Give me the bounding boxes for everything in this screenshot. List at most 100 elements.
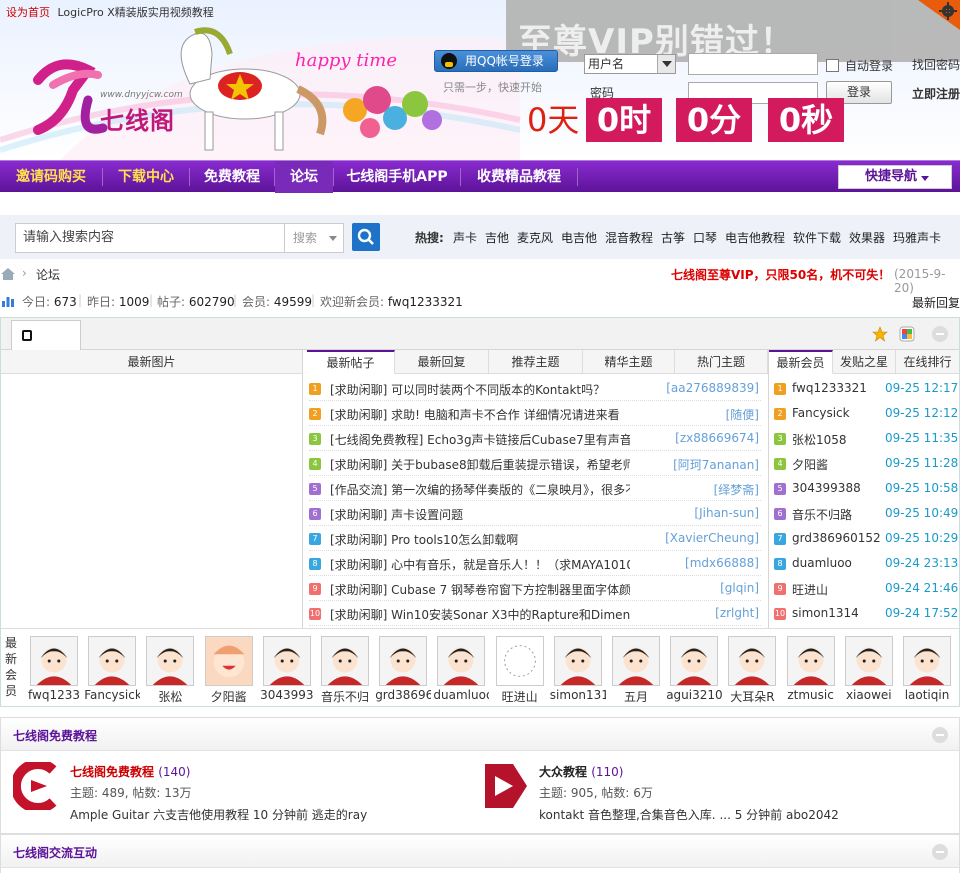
hot-search-word[interactable]: 混音教程 [605, 229, 653, 246]
thread-row[interactable]: 9 [求助闲聊] Cubase 7 钢琴卷帘窗下方控制器里面字体颜色设置问题 [gl… [309, 576, 761, 601]
member-name[interactable]: grd386960152 [792, 531, 881, 545]
member-name[interactable]: 旺进山 [792, 581, 828, 598]
thread-author[interactable]: [阿珂7ananan] [669, 456, 759, 473]
checkbox-box[interactable] [826, 59, 839, 72]
member-row[interactable]: 1 fwq1233321 09-25 12:17 [774, 376, 958, 401]
collapse-icon[interactable] [932, 844, 948, 860]
forum-last-post[interactable]: kontakt 音色整理,合集音色入库. ... 5 分钟前 abo2042 [539, 806, 839, 823]
tab-recommended[interactable]: 推荐主题 [489, 350, 583, 374]
thread-title[interactable]: [求助闲聊] Win10安装Sonar X3中的Rapture和Dimensio… [330, 606, 630, 623]
member-row[interactable]: 4 夕阳酱 09-25 11:28 [774, 451, 958, 476]
set-homepage-link[interactable]: 设为首页 [6, 6, 50, 19]
member-row[interactable]: 9 旺进山 09-24 21:46 [774, 576, 958, 601]
nav-item-paid-tutorial[interactable]: 收费精品教程 [461, 161, 577, 193]
nav-item-free-tutorial[interactable]: 免费教程 [190, 161, 274, 193]
home-icon[interactable] [1, 268, 15, 280]
tab-online-ranking[interactable]: 在线排行 [896, 350, 959, 374]
panel-tab[interactable] [11, 320, 81, 350]
thread-row[interactable]: 6 [求助闲聊] 声卡设置问题 [Jihan-sun] [309, 501, 761, 526]
member-avatar[interactable]: 旺进山 [492, 636, 548, 708]
latest-reply-link[interactable]: 最新回复 [912, 294, 960, 311]
member-avatar[interactable]: 夕阳酱 [201, 636, 257, 708]
thread-title[interactable]: [作品交流] 第一次编的扬琴伴奏版的《二泉映月》，很多不足，希望 [330, 481, 630, 498]
thread-title[interactable]: [求助闲聊] 心中有音乐，就是音乐人！！（求MAYA1010 64位系统 [330, 556, 630, 573]
hot-search-word[interactable]: 电吉他 [561, 229, 597, 246]
nav-item-mobile-app[interactable]: 七线阁手机APP [334, 161, 460, 193]
thread-author[interactable]: [mdx66888] [681, 556, 759, 570]
thread-title[interactable]: [七线阁免费教程] Echo3g声卡链接后Cubase7里有声音。电脑系统 [330, 431, 630, 448]
member-row[interactable]: 5 304399388 09-25 10:58 [774, 476, 958, 501]
member-name[interactable]: 304399388 [792, 481, 861, 495]
nav-item-invite-code[interactable]: 邀请码购买 [0, 161, 102, 193]
search-button[interactable] [352, 223, 380, 251]
thread-row[interactable]: 7 [求助闲聊] Pro tools10怎么卸载啊 [XavierCheung] [309, 526, 761, 551]
nav-item-forum[interactable]: 论坛 [275, 161, 333, 193]
thread-title[interactable]: [求助闲聊] Pro tools10怎么卸载啊 [330, 531, 630, 548]
member-row[interactable]: 10 simon1314 09-24 17:52 [774, 601, 958, 626]
member-name[interactable]: Fancysick [792, 406, 850, 420]
member-avatar[interactable]: xiaowei [841, 636, 897, 708]
thread-title[interactable]: [求助闲聊] 可以同时装两个不同版本的Kontakt吗？ [330, 381, 630, 398]
member-name[interactable]: 张松1058 [792, 431, 847, 448]
member-avatar[interactable]: 3043993 [259, 636, 315, 708]
hot-search-word[interactable]: 电吉他教程 [725, 229, 785, 246]
forum-last-post[interactable]: Ample Guitar 六支吉他使用教程 10 分钟前 逃走的ray [70, 806, 367, 823]
hot-search-word[interactable]: 声卡 [453, 229, 477, 246]
thread-row[interactable]: 5 [作品交流] 第一次编的扬琴伴奏版的《二泉映月》，很多不足，希望 [绎梦斋] [309, 476, 761, 501]
member-row[interactable]: 8 duamluoo 09-24 23:13 [774, 551, 958, 576]
qq-login-button[interactable]: 用QQ帐号登录 [434, 50, 558, 72]
thread-author[interactable]: [glqin] [716, 581, 759, 595]
star-icon[interactable] [872, 326, 888, 342]
username-input[interactable] [688, 53, 818, 75]
section-title[interactable]: 七线阁交流互动 [13, 844, 97, 861]
thread-row[interactable]: 3 [七线阁免费教程] Echo3g声卡链接后Cubase7里有声音。电脑系统 [z… [309, 426, 761, 451]
member-row[interactable]: 7 grd386960152 09-25 10:29 [774, 526, 958, 551]
member-avatar[interactable]: Fancysick [84, 636, 140, 708]
cubase-icon[interactable] [13, 762, 59, 810]
member-avatar[interactable]: agui3210 [666, 636, 722, 708]
thread-title[interactable]: [求助闲聊] 求助! 电脑和声卡不合作 详细情况请进来看 [330, 406, 630, 423]
member-name[interactable]: 音乐不归路 [792, 506, 852, 523]
member-avatar[interactable]: 五月 [608, 636, 664, 708]
thread-author[interactable]: [zx88669674] [671, 431, 759, 445]
thread-title[interactable]: [求助闲聊] 声卡设置问题 [330, 506, 630, 523]
member-avatar[interactable]: ztmusic [783, 636, 839, 708]
hot-search-word[interactable]: 玛雅声卡 [893, 229, 941, 246]
play-icon[interactable] [483, 762, 529, 810]
newest-member-link[interactable]: fwq1233321 [388, 295, 463, 309]
tab-latest-replies[interactable]: 最新回复 [395, 350, 489, 374]
member-row[interactable]: 6 音乐不归路 09-25 10:49 [774, 501, 958, 526]
auto-login-checkbox[interactable]: 自动登录 [826, 57, 893, 74]
nav-item-download[interactable]: 下载中心 [103, 161, 189, 193]
hot-search-word[interactable]: 口琴 [693, 229, 717, 246]
thread-author[interactable]: [绎梦斋] [709, 481, 759, 498]
forum-link[interactable]: 七线阁免费教程 (140) [70, 763, 190, 780]
thread-title[interactable]: [求助闲聊] 关于bubase8卸载后重装提示错误，希望老师提供视频 [330, 456, 630, 473]
member-avatar[interactable]: grd38696 [375, 636, 431, 708]
find-password-link[interactable]: 找回密码 [912, 56, 960, 73]
member-name[interactable]: 夕阳酱 [792, 456, 828, 473]
thread-row[interactable]: 1 [求助闲聊] 可以同时装两个不同版本的Kontakt吗？ [aa27688983… [309, 376, 761, 401]
settings-corner-button[interactable] [918, 0, 960, 30]
member-avatar[interactable]: simon131 [550, 636, 606, 708]
collapse-icon[interactable] [932, 326, 948, 342]
tab-hot[interactable]: 热门主题 [675, 350, 768, 374]
member-name[interactable]: fwq1233321 [792, 381, 867, 395]
tab-post-stars[interactable]: 发贴之星 [833, 350, 896, 374]
member-avatar[interactable]: 大耳朵R [724, 636, 780, 708]
thread-row[interactable]: 8 [求助闲聊] 心中有音乐，就是音乐人！！（求MAYA1010 64位系统 [md… [309, 551, 761, 576]
forum-link[interactable]: 大众教程 (110) [539, 763, 623, 780]
hot-search-word[interactable]: 麦克风 [517, 229, 553, 246]
thread-author[interactable]: [Jihan-sun] [690, 506, 759, 520]
thread-row[interactable]: 10 [求助闲聊] Win10安装Sonar X3中的Rapture和Dimens… [309, 601, 761, 626]
register-link[interactable]: 立即注册 [912, 85, 960, 102]
collapse-icon[interactable] [932, 727, 948, 743]
member-avatar[interactable]: 张松 [142, 636, 198, 708]
member-avatar[interactable]: 音乐不归 [317, 636, 373, 708]
thread-row[interactable]: 4 [求助闲聊] 关于bubase8卸载后重装提示错误，希望老师提供视频 [阿珂7a… [309, 451, 761, 476]
thread-title[interactable]: [求助闲聊] Cubase 7 钢琴卷帘窗下方控制器里面字体颜色设置问题 [330, 581, 630, 598]
thread-author[interactable]: [zrlght] [711, 606, 759, 620]
member-row[interactable]: 3 张松1058 09-25 11:35 [774, 426, 958, 451]
breadcrumb-forum[interactable]: 论坛 [36, 266, 60, 283]
quick-nav-dropdown[interactable]: 快捷导航 [838, 165, 952, 189]
